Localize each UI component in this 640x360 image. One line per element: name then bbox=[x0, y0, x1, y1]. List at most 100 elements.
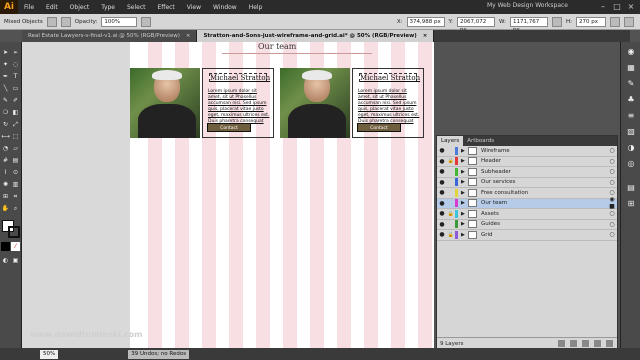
lock-icon[interactable]: 🔒 bbox=[447, 232, 455, 238]
target-circle-icon[interactable]: ○ bbox=[607, 189, 617, 196]
perspective-tool-icon[interactable]: ▱ bbox=[11, 144, 20, 153]
expand-arrow-icon[interactable]: ▶ bbox=[461, 200, 468, 206]
layer-row[interactable]: ● ▶ Free consultation ○ bbox=[437, 188, 617, 199]
gradient-panel-icon[interactable]: ▧ bbox=[625, 126, 637, 138]
style-icon[interactable] bbox=[141, 16, 152, 27]
new-sublayer-icon[interactable] bbox=[582, 340, 589, 347]
link-icon[interactable] bbox=[552, 16, 562, 27]
lasso-tool-icon[interactable]: ◌ bbox=[11, 60, 20, 69]
visibility-eye-icon[interactable]: ● bbox=[437, 200, 447, 207]
layer-row[interactable]: ● 🔒 ▶ Assets ○ bbox=[437, 209, 617, 220]
target-circle-icon[interactable]: ○ bbox=[607, 147, 617, 154]
layer-name[interactable]: Grid bbox=[481, 232, 607, 238]
team-card[interactable]: Michael Stratton Lorem ipsum dolor sit a… bbox=[202, 68, 274, 138]
layer-name[interactable]: Free consultation bbox=[481, 190, 607, 196]
selection-tool-icon[interactable]: ➤ bbox=[1, 48, 10, 57]
layer-name[interactable]: Guides bbox=[481, 221, 607, 227]
y-field[interactable]: 2067,072 px bbox=[457, 16, 496, 33]
layer-name[interactable]: Wireframe bbox=[481, 148, 607, 154]
stroke-panel-icon[interactable]: ≡ bbox=[625, 110, 637, 122]
pen-tool-icon[interactable]: ✒ bbox=[1, 72, 10, 81]
team-photo[interactable] bbox=[280, 68, 350, 138]
color-panel-icon[interactable]: ◉ bbox=[625, 46, 637, 58]
tab-artboards[interactable]: Artboards bbox=[463, 136, 498, 146]
target-circle-icon[interactable]: ○ bbox=[607, 231, 617, 238]
contact-button[interactable]: Contact bbox=[207, 123, 251, 132]
menu-select[interactable]: Select bbox=[121, 4, 152, 11]
tab-close-icon[interactable]: × bbox=[186, 30, 191, 42]
tab-layers[interactable]: Layers bbox=[437, 136, 464, 146]
delete-layer-icon[interactable] bbox=[606, 340, 613, 347]
section-title[interactable]: Our team bbox=[258, 42, 296, 51]
transform-icon[interactable] bbox=[610, 16, 620, 27]
lock-icon[interactable]: 🔒 bbox=[447, 158, 455, 164]
layer-row[interactable]: ● 🔒 ▶ Grid ○ bbox=[437, 230, 617, 241]
team-card[interactable]: Michael Stratton Lorem ipsum dolor sit a… bbox=[352, 68, 424, 138]
shape-builder-tool-icon[interactable]: ◔ bbox=[1, 144, 10, 153]
paintbrush-tool-icon[interactable]: ✎ bbox=[1, 96, 10, 105]
blend-tool-icon[interactable]: ⊙ bbox=[11, 168, 20, 177]
expand-arrow-icon[interactable]: ▶ bbox=[461, 179, 468, 185]
menu-view[interactable]: View bbox=[181, 4, 207, 11]
layer-name[interactable]: Our team bbox=[481, 200, 607, 206]
type-tool-icon[interactable]: T bbox=[11, 72, 20, 81]
screen-mode-icon[interactable]: ▣ bbox=[11, 256, 20, 265]
layer-row[interactable]: ● ▶ Our team ◉ ■ bbox=[437, 196, 617, 210]
stroke-color-icon[interactable] bbox=[8, 226, 20, 238]
locate-object-icon[interactable] bbox=[558, 340, 565, 347]
slice-tool-icon[interactable]: ⌗ bbox=[11, 192, 20, 201]
target-circle-icon[interactable]: ○ bbox=[607, 210, 617, 217]
visibility-eye-icon[interactable]: ● bbox=[437, 221, 447, 228]
eyedropper-tool-icon[interactable]: ⌇ bbox=[1, 168, 10, 177]
target-circle-icon[interactable]: ○ bbox=[607, 158, 617, 165]
visibility-eye-icon[interactable]: ● bbox=[437, 189, 447, 196]
menu-window[interactable]: Window bbox=[207, 4, 243, 11]
zoom-field[interactable]: 50% bbox=[40, 349, 59, 359]
close-icon[interactable]: × bbox=[624, 0, 638, 14]
layer-row[interactable]: ● ▶ Our services ○ bbox=[437, 178, 617, 188]
mesh-tool-icon[interactable]: # bbox=[1, 156, 10, 165]
transparency-panel-icon[interactable]: ◑ bbox=[625, 142, 637, 154]
rotate-tool-icon[interactable]: ↻ bbox=[1, 120, 10, 129]
none-mode-icon[interactable]: ⁄ bbox=[11, 242, 20, 251]
visibility-eye-icon[interactable]: ● bbox=[437, 179, 447, 186]
expand-arrow-icon[interactable]: ▶ bbox=[461, 158, 468, 164]
fill-swatch-icon[interactable] bbox=[46, 16, 57, 27]
layer-name[interactable]: Assets bbox=[481, 211, 607, 217]
visibility-eye-icon[interactable]: ● bbox=[437, 210, 447, 217]
visibility-eye-icon[interactable]: ● bbox=[437, 168, 447, 175]
expand-arrow-icon[interactable]: ▶ bbox=[461, 232, 468, 238]
visibility-eye-icon[interactable]: ● bbox=[437, 231, 447, 238]
appearance-panel-icon[interactable]: ◎ bbox=[625, 158, 637, 170]
blob-brush-tool-icon[interactable]: ❍ bbox=[1, 108, 10, 117]
line-tool-icon[interactable]: ╲ bbox=[1, 84, 10, 93]
team-photo[interactable] bbox=[130, 68, 200, 138]
layer-row[interactable]: ● ▶ Wireframe ○ bbox=[437, 146, 617, 157]
layer-row[interactable]: ● 🔒 ▶ Header ○ bbox=[437, 157, 617, 167]
w-field[interactable]: 1171,767 px bbox=[510, 16, 548, 33]
brushes-panel-icon[interactable]: ✎ bbox=[625, 78, 637, 90]
direct-selection-tool-icon[interactable]: ➢ bbox=[11, 48, 20, 57]
layer-name[interactable]: Header bbox=[481, 158, 607, 164]
contact-button[interactable]: Contact bbox=[357, 123, 401, 132]
expand-arrow-icon[interactable]: ▶ bbox=[461, 148, 468, 154]
canvas-area[interactable]: Our team Michael Stratton Lorem ipsum do… bbox=[22, 42, 434, 348]
scale-tool-icon[interactable]: ⤢ bbox=[11, 120, 20, 129]
target-circle-icon[interactable]: ○ bbox=[607, 221, 617, 228]
eraser-tool-icon[interactable]: ◧ bbox=[11, 108, 20, 117]
expand-arrow-icon[interactable]: ▶ bbox=[461, 169, 468, 175]
menu-help[interactable]: Help bbox=[243, 4, 269, 11]
column-graph-tool-icon[interactable]: ▥ bbox=[11, 180, 20, 189]
artboards-panel-icon[interactable]: ⊞ bbox=[625, 198, 637, 210]
zoom-tool-icon[interactable]: ⌕ bbox=[11, 204, 20, 213]
color-mode-icon[interactable] bbox=[1, 242, 10, 251]
layer-row[interactable]: ● ▶ Guides ○ bbox=[437, 220, 617, 230]
expand-arrow-icon[interactable]: ▶ bbox=[461, 211, 468, 217]
panel-menu-icon[interactable] bbox=[624, 16, 634, 27]
new-layer-icon[interactable] bbox=[594, 340, 601, 347]
menu-effect[interactable]: Effect bbox=[152, 4, 181, 11]
layer-name[interactable]: Our services bbox=[481, 179, 607, 185]
visibility-eye-icon[interactable]: ● bbox=[437, 158, 447, 165]
menu-type[interactable]: Type bbox=[95, 4, 121, 11]
menu-object[interactable]: Object bbox=[64, 4, 96, 11]
